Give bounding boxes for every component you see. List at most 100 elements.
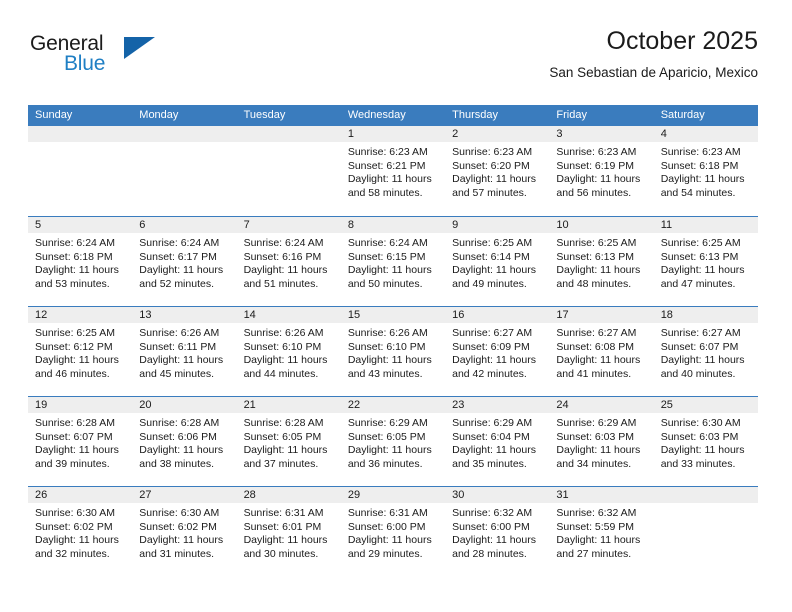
calendar-day-cell[interactable]: 25 Sunrise: 6:30 AM Sunset: 6:03 PM Dayligh… [653, 397, 758, 486]
day-number: 12 [28, 307, 133, 323]
day-details: Sunrise: 6:25 AM Sunset: 6:13 PM Daylight:… [654, 233, 758, 291]
calendar-day-cell[interactable]: 15 Sunrise: 6:26 AM Sunset: 6:10 PM Dayligh… [340, 307, 446, 396]
calendar-day-cell[interactable]: 7 Sunrise: 6:24 AM Sunset: 6:16 PM Daylight… [236, 217, 341, 306]
logo-text-blue: Blue [64, 52, 106, 75]
calendar-day-cell-empty [28, 126, 133, 216]
day-detail-line: Sunrise: 6:29 AM [347, 417, 428, 429]
day-detail-line: Sunset: 5:59 PM [556, 520, 635, 533]
day-detail-line: Daylight: 11 hours [139, 444, 224, 457]
day-detail-line: and 46 minutes. [35, 367, 110, 380]
day-details: Sunrise: 6:30 AM Sunset: 6:02 PM Daylight:… [132, 503, 236, 561]
calendar-day-cell[interactable]: 6 Sunrise: 6:24 AM Sunset: 6:17 PM Daylight… [132, 217, 237, 306]
day-details: Sunrise: 6:31 AM Sunset: 6:00 PM Daylight:… [341, 503, 445, 561]
calendar-day-cell[interactable]: 8 Sunrise: 6:24 AM Sunset: 6:15 PM Daylight… [340, 217, 446, 306]
calendar-day-cell[interactable]: 23 Sunrise: 6:29 AM Sunset: 6:04 PM Dayligh… [445, 397, 550, 486]
day-details: Sunrise: 6:29 AM Sunset: 6:03 PM Daylight:… [549, 413, 653, 471]
weekday-header-thursday: Thursday [452, 109, 498, 121]
day-detail-line: and 50 minutes. [347, 277, 423, 290]
calendar-day-cell[interactable]: 26 Sunrise: 6:30 AM Sunset: 6:02 PM Dayligh… [28, 487, 133, 576]
calendar-day-cell[interactable]: 9 Sunrise: 6:25 AM Sunset: 6:14 PM Daylight… [445, 217, 550, 306]
day-number: 6 [132, 217, 237, 233]
day-details: Sunrise: 6:23 AM Sunset: 6:20 PM Daylight:… [445, 142, 549, 200]
day-detail-line: Sunrise: 6:28 AM [243, 417, 324, 429]
calendar-day-cell[interactable]: 27 Sunrise: 6:30 AM Sunset: 6:02 PM Dayligh… [132, 487, 237, 576]
day-detail-line: Sunset: 6:01 PM [243, 520, 322, 533]
day-detail-line: and 48 minutes. [556, 277, 632, 290]
day-detail-line: Sunset: 6:18 PM [35, 250, 113, 263]
day-details [237, 142, 341, 146]
day-details: Sunrise: 6:23 AM Sunset: 6:18 PM Daylight:… [654, 142, 758, 200]
calendar-day-cell[interactable]: 21 Sunrise: 6:28 AM Sunset: 6:05 PM Dayligh… [236, 397, 341, 486]
day-detail-line: Daylight: 11 hours [660, 173, 745, 186]
day-detail-line: and 33 minutes. [660, 457, 736, 470]
calendar-day-cell[interactable]: 22 Sunrise: 6:29 AM Sunset: 6:05 PM Dayligh… [340, 397, 446, 486]
day-detail-line: Daylight: 11 hours [139, 534, 224, 547]
day-number: 2 [445, 126, 550, 142]
calendar-day-cell[interactable]: 31 Sunrise: 6:32 AM Sunset: 5:59 PM Dayligh… [549, 487, 654, 576]
general-blue-logo[interactable]: General Blue [28, 32, 188, 88]
day-detail-line: Sunrise: 6:26 AM [139, 327, 220, 339]
day-number [653, 487, 758, 503]
calendar-day-cell[interactable]: 18 Sunrise: 6:27 AM Sunset: 6:07 PM Dayligh… [653, 307, 758, 396]
day-detail-line: Sunrise: 6:28 AM [139, 417, 220, 429]
day-detail-line: and 30 minutes. [243, 547, 319, 560]
calendar-day-cell[interactable]: 12 Sunrise: 6:25 AM Sunset: 6:12 PM Dayligh… [28, 307, 133, 396]
calendar-day-cell[interactable]: 24 Sunrise: 6:29 AM Sunset: 6:03 PM Dayligh… [549, 397, 654, 486]
day-number: 20 [132, 397, 237, 413]
day-detail-line: Daylight: 11 hours [556, 354, 641, 367]
calendar-week-row: 5 Sunrise: 6:24 AM Sunset: 6:18 PM Daylight… [28, 216, 758, 306]
weekday-header-row: Sunday Monday Tuesday Wednesday Thursday Frid… [28, 105, 758, 126]
day-detail-line: and 42 minutes. [452, 367, 527, 380]
calendar-day-cell[interactable]: 20 Sunrise: 6:28 AM Sunset: 6:06 PM Dayligh… [132, 397, 237, 486]
calendar-day-cell[interactable]: 11 Sunrise: 6:25 AM Sunset: 6:13 PM Dayligh… [653, 217, 758, 306]
calendar-day-cell[interactable]: 14 Sunrise: 6:26 AM Sunset: 6:10 PM Dayligh… [236, 307, 341, 396]
day-detail-line: Sunset: 6:00 PM [452, 520, 530, 533]
calendar-day-cell-empty [236, 126, 341, 216]
calendar-day-cell[interactable]: 4 Sunrise: 6:23 AM Sunset: 6:18 PM Daylight… [653, 126, 758, 216]
calendar-day-cell[interactable]: 3 Sunrise: 6:23 AM Sunset: 6:19 PM Daylight… [549, 126, 654, 216]
day-detail-line: Sunset: 6:02 PM [35, 520, 113, 533]
day-detail-line: Sunrise: 6:25 AM [35, 327, 115, 339]
calendar-day-cell[interactable]: 2 Sunrise: 6:23 AM Sunset: 6:20 PM Daylight… [445, 126, 550, 216]
calendar-day-cell[interactable]: 29 Sunrise: 6:31 AM Sunset: 6:00 PM Dayligh… [340, 487, 446, 576]
day-number: 18 [653, 307, 758, 323]
calendar-day-cell[interactable]: 17 Sunrise: 6:27 AM Sunset: 6:08 PM Dayligh… [549, 307, 654, 396]
day-detail-line: Daylight: 11 hours [660, 264, 745, 277]
day-number: 13 [132, 307, 237, 323]
day-number: 15 [340, 307, 446, 323]
weekday-header-monday: Monday [139, 109, 179, 121]
weekday-header-wednesday: Wednesday [347, 109, 406, 121]
calendar-day-cell[interactable]: 28 Sunrise: 6:31 AM Sunset: 6:01 PM Dayligh… [236, 487, 341, 576]
day-number: 23 [445, 397, 550, 413]
day-detail-line: Daylight: 11 hours [556, 264, 641, 277]
calendar-day-cell[interactable]: 13 Sunrise: 6:26 AM Sunset: 6:11 PM Dayligh… [132, 307, 237, 396]
day-detail-line: Sunrise: 6:27 AM [452, 327, 533, 339]
calendar-day-cell[interactable]: 16 Sunrise: 6:27 AM Sunset: 6:09 PM Dayligh… [445, 307, 550, 396]
calendar-day-cell-empty [653, 487, 758, 576]
day-detail-line: Daylight: 11 hours [347, 173, 432, 186]
day-details: Sunrise: 6:26 AM Sunset: 6:10 PM Daylight:… [341, 323, 445, 381]
day-detail-line: Sunrise: 6:32 AM [452, 507, 533, 519]
day-detail-line: Daylight: 11 hours [35, 444, 119, 457]
day-detail-line: Sunrise: 6:30 AM [35, 507, 115, 519]
day-detail-line: and 36 minutes. [347, 457, 423, 470]
day-detail-line: Sunset: 6:15 PM [347, 250, 426, 263]
day-details: Sunrise: 6:24 AM Sunset: 6:18 PM Daylight:… [28, 233, 132, 291]
calendar-day-cell[interactable]: 5 Sunrise: 6:24 AM Sunset: 6:18 PM Daylight… [28, 217, 133, 306]
day-detail-line: Daylight: 11 hours [35, 354, 119, 367]
calendar-day-cell[interactable]: 19 Sunrise: 6:28 AM Sunset: 6:07 PM Dayligh… [28, 397, 133, 486]
calendar-day-cell[interactable]: 30 Sunrise: 6:32 AM Sunset: 6:00 PM Dayligh… [445, 487, 550, 576]
day-number: 14 [236, 307, 341, 323]
day-detail-line: Daylight: 11 hours [243, 534, 328, 547]
calendar-day-cell[interactable]: 1 Sunrise: 6:23 AM Sunset: 6:21 PM Daylight… [340, 126, 446, 216]
day-detail-line: Daylight: 11 hours [139, 354, 224, 367]
calendar-day-cell[interactable]: 10 Sunrise: 6:25 AM Sunset: 6:13 PM Dayligh… [549, 217, 654, 306]
title-block: October 2025 San Sebastian de Aparicio, … [549, 26, 758, 81]
day-detail-line: Sunrise: 6:29 AM [452, 417, 533, 429]
day-details: Sunrise: 6:24 AM Sunset: 6:16 PM Daylight:… [237, 233, 341, 291]
day-number: 3 [549, 126, 654, 142]
day-detail-line: and 57 minutes. [452, 186, 527, 199]
page-title: October 2025 [606, 27, 759, 55]
day-detail-line: Sunrise: 6:32 AM [556, 507, 637, 519]
day-detail-line: Daylight: 11 hours [452, 534, 536, 547]
